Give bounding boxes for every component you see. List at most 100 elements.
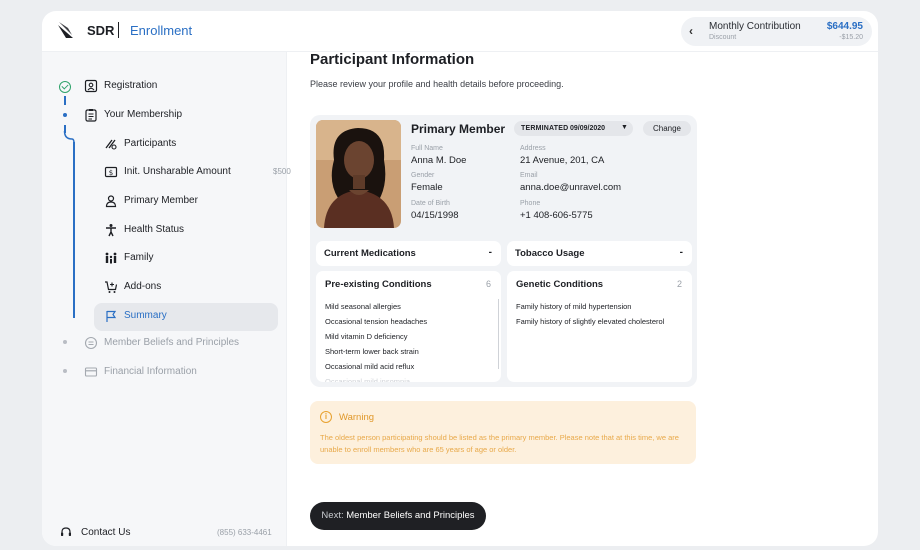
member-photo [316,120,401,228]
logo-icon [58,22,73,38]
sidebar-item-label: Family [124,252,154,263]
gender-value: Female [411,182,443,193]
contribution-title: Monthly Contribution [709,21,801,32]
participant-card: Primary Member TERMINATED 09/09/2020 ▼ C… [310,115,697,387]
address-value: 21 Avenue, 201, CA [520,155,605,166]
contribution-subtitle: Discount [709,34,737,41]
sidebar-item-label: Add-ons [124,281,162,292]
flag-icon [106,310,117,322]
warning-banner: i Warning The oldest person participatin… [310,401,696,464]
step-pending-dot [62,340,67,344]
dob-value: 04/15/1998 [411,210,459,221]
list-item: Occasional mild acid reflux [325,362,415,371]
summary-highlight [94,303,278,331]
step-current-dot [62,113,67,117]
tobacco-usage-value: - [679,247,683,258]
step-pending-dot [62,369,67,373]
list-item: Occasional mild insomnia [325,377,411,382]
next-button-label: Member Beliefs and Principles [346,510,475,521]
sidebar-item-label: Health Status [124,224,185,235]
list-item: Occasional tension headaches [325,317,428,326]
preexisting-conditions-list: Mild seasonal allergies Occasional tensi… [325,299,427,382]
contribution-amount: $644.95 [826,21,863,32]
primary-member-heading: Primary Member [411,122,506,136]
unsharable-amount-value: $500 [273,167,291,176]
sidebar-item-label: Participants [124,138,177,149]
genetic-conditions-title: Genetic Conditions [516,279,604,290]
family-icon [105,252,117,264]
sidebar-item-label: Member Beliefs and Principles [104,337,240,348]
section-title: Enrollment [130,23,193,38]
user-icon [105,195,117,208]
current-medications-value: - [488,247,492,258]
contribution-discount: -$15.20 [839,34,863,41]
tobacco-usage-row[interactable]: Tobacco Usage - [507,241,692,266]
sidebar-item-label: Primary Member [124,195,198,206]
participants-icon [105,139,117,150]
svg-text:$: $ [109,169,113,177]
list-item: Short-term lower back strain [325,347,419,356]
timeline-rail [73,142,75,318]
next-button-prefix: Next: [321,510,344,521]
preexisting-conditions-count: 6 [485,279,491,289]
membership-status-dropdown[interactable]: TERMINATED 09/09/2020 ▼ [514,121,633,136]
caret-down-icon: ▼ [621,124,628,131]
sidebar-item-label: Financial Information [104,366,197,377]
sidebar-item-label: Init. Unsharable Amount [124,166,231,177]
full-name-label: Full Name [411,145,443,152]
gender-label: Gender [411,172,435,179]
brand-divider [118,22,119,38]
list-item: Family history of mild hypertension [516,302,632,311]
page-subtitle: Please review your profile and health de… [310,79,564,89]
timeline-rail [64,96,66,105]
genetic-conditions-list: Family history of mild hypertension Fami… [516,299,664,329]
dob-label: Date of Birth [411,200,450,207]
current-medications-title: Current Medications [324,248,416,259]
timeline-curve [63,131,75,143]
beliefs-icon [84,336,98,350]
genetic-conditions-card: Genetic Conditions 2 Family history of m… [507,271,692,382]
id-card-icon [84,79,98,93]
person-standing-icon [106,224,116,237]
page-title: Participant Information [310,51,475,68]
full-name-value: Anna M. Doe [411,155,467,166]
monthly-contribution-pill[interactable]: ‹ Monthly Contribution Discount $644.95 … [681,17,872,46]
address-label: Address [520,145,546,152]
current-medications-row[interactable]: Current Medications - [316,241,501,266]
sidebar-item-label: Registration [104,80,158,91]
brand-name: SDR [87,23,115,38]
header: SDR Enrollment ‹ Monthly Contribution Di… [42,11,878,52]
cart-add-icon [105,281,118,293]
next-button[interactable]: Next: Member Beliefs and Principles [310,502,486,530]
sidebar-item-label: Your Membership [104,109,183,120]
tobacco-usage-title: Tobacco Usage [515,248,585,259]
genetic-conditions-count: 2 [676,279,682,289]
contact-us-label: Contact Us [81,527,131,538]
step-complete-icon [59,81,71,93]
preexisting-conditions-card: Pre-existing Conditions 6 Mild seasonal … [316,271,501,382]
sidebar-item-label: Summary [124,310,167,321]
email-value: anna.doe@unravel.com [520,182,622,193]
enrollment-window: SDR Enrollment ‹ Monthly Contribution Di… [42,11,878,546]
warning-message: The oldest person participating should b… [320,433,679,454]
phone-label: Phone [520,200,541,207]
headset-icon [61,527,71,536]
sidebar: Registration Your Membership Participant… [42,52,291,546]
clipboard-icon [85,109,97,122]
list-item: Mild seasonal allergies [325,302,401,311]
preexisting-conditions-title: Pre-existing Conditions [325,279,432,290]
list-item: Mild vitamin D deficiency [325,332,408,341]
credit-card-icon [84,367,98,377]
status-badge: TERMINATED [521,125,569,132]
list-item: Family history of slightly elevated chol… [516,317,665,326]
change-button[interactable]: Change [643,121,691,136]
info-icon: i [320,411,332,423]
contact-phone: (855) 633-4461 [217,528,272,537]
email-label: Email [520,172,538,179]
scrollbar[interactable] [498,299,499,369]
status-date: 09/09/2020 [570,125,606,132]
banknote-icon: $ [104,166,118,178]
phone-value: +1 408-606-5775 [520,210,593,221]
chevron-left-icon[interactable]: ‹ [689,24,693,38]
warning-title: Warning [339,412,375,423]
